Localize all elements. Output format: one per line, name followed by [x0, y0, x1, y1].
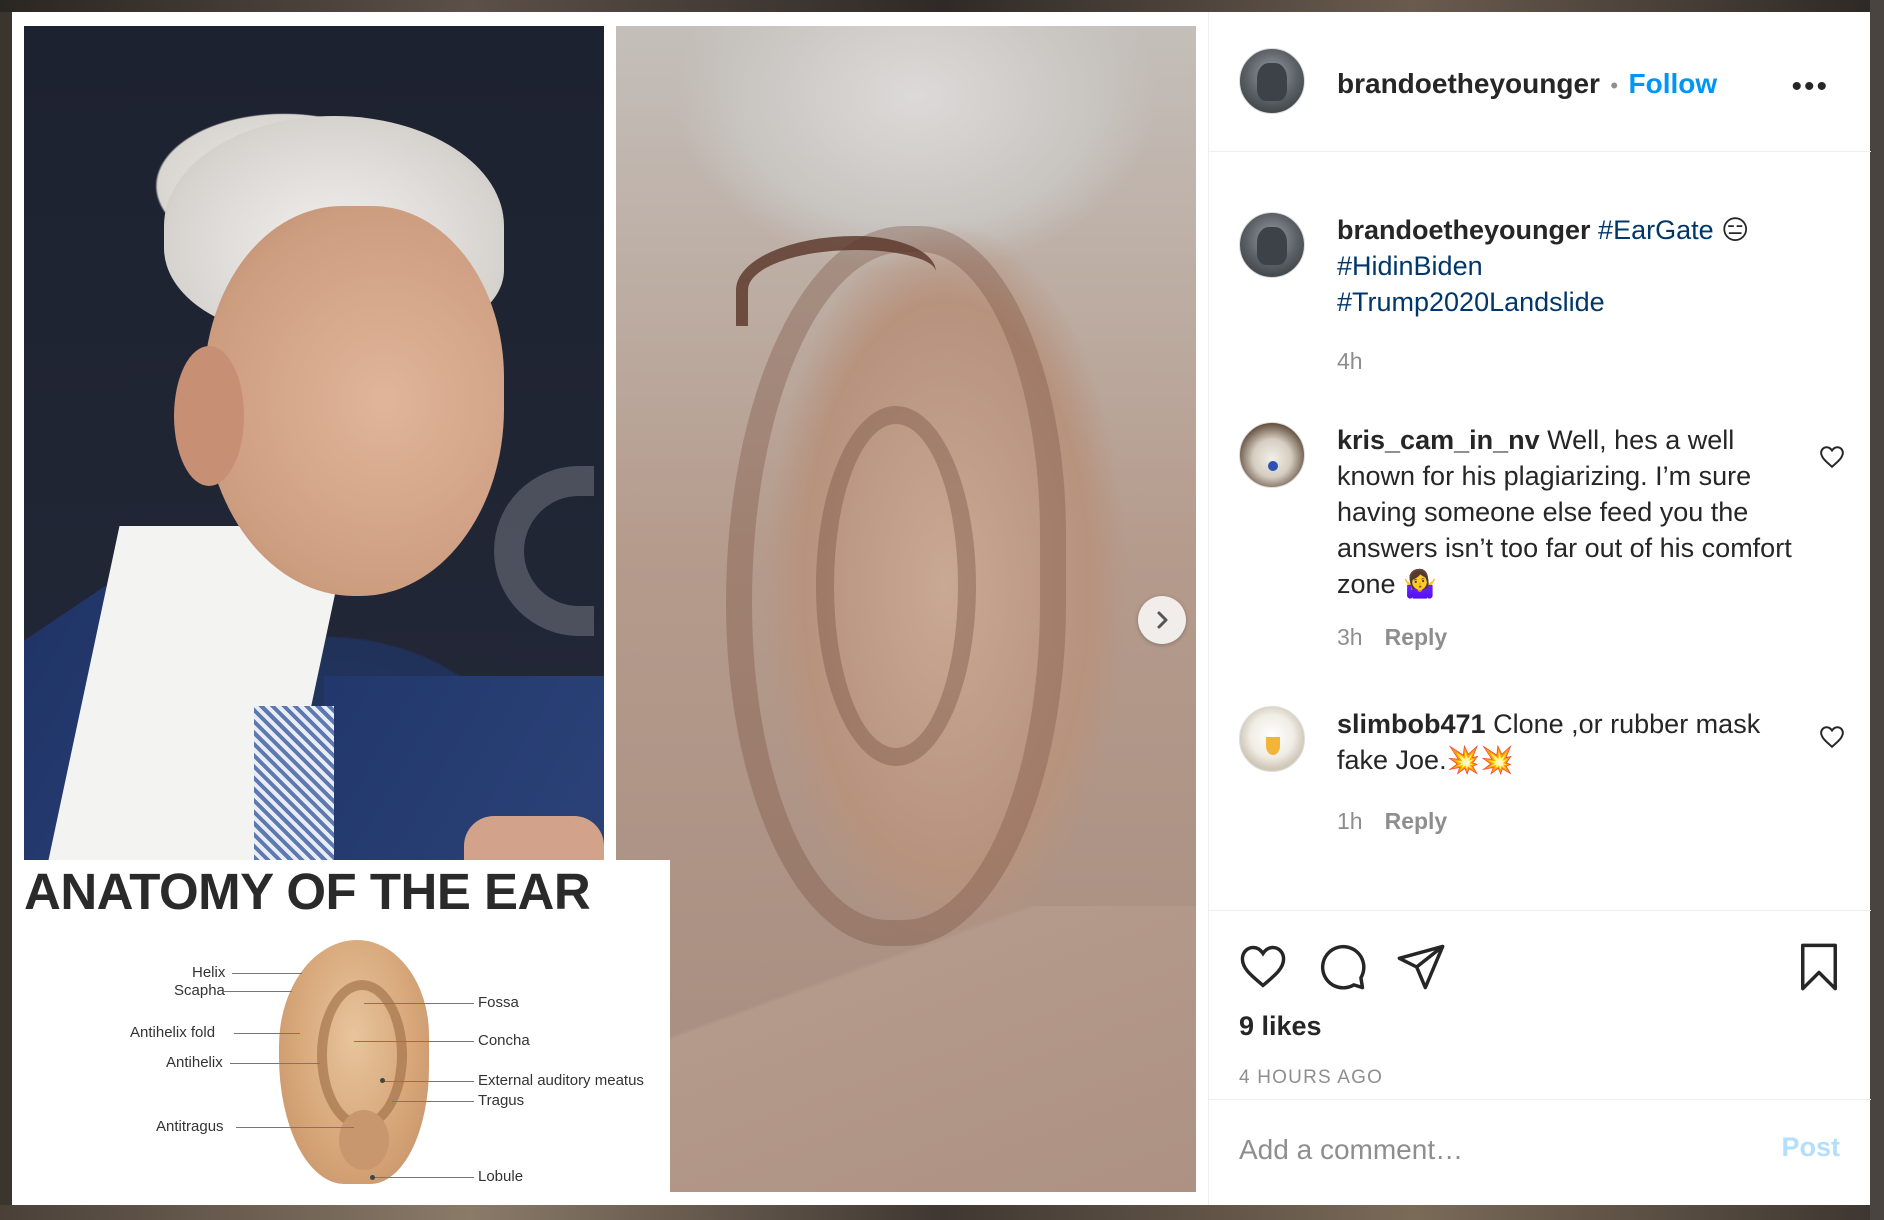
chevron-right-icon — [1157, 611, 1168, 629]
hashtag-link[interactable]: #EarGate — [1598, 215, 1714, 245]
leader-line — [364, 1003, 474, 1004]
label-antihelix-fold: Antihelix fold — [130, 1024, 216, 1041]
reply-button[interactable]: Reply — [1385, 808, 1448, 834]
add-comment-input[interactable] — [1239, 1128, 1739, 1172]
avatar[interactable] — [1239, 48, 1305, 114]
post-side-panel: brandoetheyounger • Follow ••• brandoeth… — [1208, 12, 1871, 1205]
label-antitragus: Antitragus — [156, 1118, 224, 1135]
photo-ear-closeup — [616, 26, 1196, 1192]
caption-text: brandoetheyounger #EarGate 😑 #HidinBiden… — [1337, 212, 1807, 320]
ear-illustration — [279, 940, 429, 1184]
label-external-auditory-meatus: External auditory meatus — [478, 1072, 644, 1089]
follow-button[interactable]: Follow — [1629, 68, 1718, 99]
photo-hand — [464, 816, 604, 860]
caption-avatar[interactable] — [1239, 212, 1305, 278]
likes-count[interactable]: 9 likes — [1239, 1011, 1322, 1042]
comment-username[interactable]: kris_cam_in_nv — [1337, 425, 1540, 455]
leader-line — [384, 1081, 474, 1082]
comment-time[interactable]: 3h — [1337, 624, 1363, 650]
post-modal: ANATOMY OF THE EAR Helix Scapha Antiheli… — [12, 12, 1871, 1205]
bookmark-icon[interactable] — [1793, 941, 1845, 993]
hashtag-link[interactable]: #Trump2020Landslide — [1337, 287, 1605, 317]
label-tragus: Tragus — [478, 1092, 525, 1109]
leader-line — [234, 1033, 300, 1034]
background-right — [1870, 0, 1884, 1220]
anatomy-diagram: ANATOMY OF THE EAR Helix Scapha Antiheli… — [24, 860, 670, 1192]
closeup-ear-inner — [816, 406, 976, 766]
post-comment-button[interactable]: Post — [1781, 1132, 1840, 1163]
comment-meta: 3h Reply — [1337, 624, 1447, 651]
photo-man-profile — [24, 26, 604, 860]
post-timestamp[interactable]: 4 HOURS AGO — [1239, 1067, 1383, 1089]
comment-meta: 1h Reply — [1337, 808, 1447, 835]
leader-line — [354, 1041, 474, 1042]
closeup-ear-top — [736, 236, 936, 326]
header-username[interactable]: brandoetheyounger — [1337, 68, 1600, 99]
label-scapha: Scapha — [174, 982, 225, 999]
label-lobule: Lobule — [478, 1168, 524, 1185]
hashtag-link[interactable]: #HidinBiden — [1337, 251, 1483, 281]
label-antihelix: Antihelix — [166, 1054, 223, 1071]
leader-dot — [380, 1078, 385, 1083]
photo-tie — [254, 706, 334, 860]
like-comment-heart-icon[interactable] — [1819, 444, 1845, 470]
header-separator: • — [1610, 73, 1619, 98]
emoji: 😑 — [1721, 215, 1750, 245]
label-concha: Concha — [478, 1032, 530, 1049]
anatomy-title: ANATOMY OF THE EAR — [24, 863, 591, 920]
comment-icon[interactable] — [1317, 941, 1369, 993]
caption-time[interactable]: 4h — [1337, 348, 1363, 375]
post-actions: 9 likes 4 HOURS AGO — [1209, 910, 1871, 1100]
leader-line — [236, 1127, 354, 1128]
leader-line — [374, 1177, 474, 1178]
leader-line — [224, 991, 292, 992]
more-options-icon[interactable]: ••• — [1791, 72, 1829, 102]
like-comment-heart-icon[interactable] — [1819, 724, 1845, 750]
leader-line — [392, 1101, 474, 1102]
leader-dot — [370, 1175, 375, 1180]
background-strip-bottom — [0, 1205, 1884, 1220]
comment-avatar[interactable] — [1239, 706, 1305, 772]
background-logo — [494, 466, 594, 636]
comment-text: slimbob471 Clone ,or rubber mask fake Jo… — [1337, 706, 1807, 778]
leader-line — [230, 1063, 320, 1064]
caption-username[interactable]: brandoetheyounger — [1337, 215, 1591, 245]
reply-button[interactable]: Reply — [1385, 624, 1448, 650]
next-image-button[interactable] — [1138, 596, 1186, 644]
comment-text: kris_cam_in_nv Well, hes a well known fo… — [1337, 422, 1807, 602]
label-fossa: Fossa — [478, 994, 519, 1011]
post-header: brandoetheyounger • Follow ••• — [1209, 12, 1871, 152]
heart-icon[interactable] — [1237, 941, 1289, 993]
post-media: ANATOMY OF THE EAR Helix Scapha Antiheli… — [12, 12, 1208, 1205]
photo-face — [204, 206, 504, 596]
share-icon[interactable] — [1395, 941, 1447, 993]
comment-username[interactable]: slimbob471 — [1337, 709, 1486, 739]
background-strip-top — [0, 0, 1884, 12]
leader-line — [232, 973, 302, 974]
comment-avatar[interactable] — [1239, 422, 1305, 488]
label-helix: Helix — [192, 964, 226, 981]
photo-ear — [174, 346, 244, 486]
closeup-jaw — [616, 906, 1196, 1192]
comment-time[interactable]: 1h — [1337, 808, 1363, 834]
